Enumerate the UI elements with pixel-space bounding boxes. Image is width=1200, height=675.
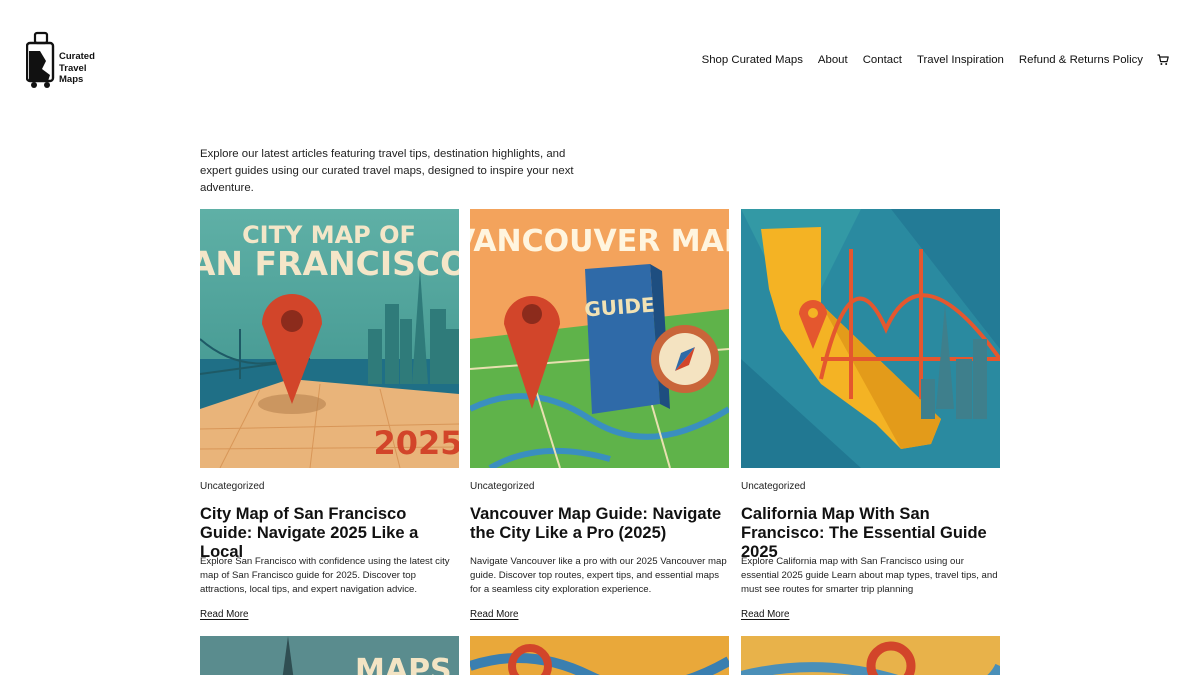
nav-about[interactable]: About: [818, 54, 848, 66]
suitcase-logo-icon: [26, 31, 55, 88]
read-more-link[interactable]: Read More: [741, 609, 789, 620]
post-thumbnail[interactable]: [741, 636, 1000, 675]
nav-refund-returns-policy[interactable]: Refund & Returns Policy: [1019, 54, 1143, 66]
nav-shop-curated-maps[interactable]: Shop Curated Maps: [702, 54, 803, 66]
read-more-link[interactable]: Read More: [200, 609, 248, 620]
intro-text: Explore our latest articles featuring tr…: [200, 148, 574, 194]
painted-map-thumbnail-partial: [470, 636, 729, 675]
logo-text: Curated Travel Maps: [59, 51, 95, 85]
post-excerpt: Navigate Vancouver like a pro with our 2…: [470, 556, 727, 596]
cart-icon[interactable]: [1157, 54, 1169, 66]
main-navigation: Shop Curated Maps About Contact Travel I…: [687, 54, 1169, 66]
post-excerpt: Explore California map with San Francisc…: [741, 556, 998, 596]
site-logo[interactable]: Curated Travel Maps: [26, 31, 106, 91]
sf-map-illustration: CITY MAP OF AN FRANCISCO 2025: [200, 209, 459, 468]
post-card: Uncategorized California Map With San Fr…: [741, 209, 1000, 620]
svg-text:VANCOUVER MAP: VANCOUVER MAP: [470, 224, 729, 259]
vancouver-map-illustration: GUIDE VANCOUVER MAP: [470, 209, 729, 468]
svg-text:GUIDE: GUIDE: [584, 293, 656, 322]
svg-text:AN FRANCISCO: AN FRANCISCO: [200, 244, 459, 283]
post-thumbnail[interactable]: CITY MAP OF AN FRANCISCO 2025: [200, 209, 459, 468]
post-title[interactable]: City Map of San Francisco Guide: Navigat…: [200, 505, 459, 562]
post-title[interactable]: California Map With San Francisco: The E…: [741, 505, 1000, 562]
california-map-illustration: [741, 209, 1000, 468]
post-title[interactable]: Vancouver Map Guide: Navigate the City L…: [470, 505, 729, 543]
svg-text:MAPS O: MAPS O: [355, 653, 459, 675]
painted-map-thumbnail-partial: [741, 636, 1000, 675]
post-card: GUIDE VANCOUVER MAP Uncategorized Vancou…: [470, 209, 729, 620]
read-more-link[interactable]: Read More: [470, 609, 518, 620]
post-card: CITY MAP OF AN FRANCISCO 2025 Uncategori…: [200, 209, 459, 620]
post-category[interactable]: Uncategorized: [200, 481, 264, 492]
nav-travel-inspiration[interactable]: Travel Inspiration: [917, 54, 1004, 66]
post-thumbnail[interactable]: GUIDE VANCOUVER MAP: [470, 209, 729, 468]
post-thumbnail[interactable]: MAPS O: [200, 636, 459, 675]
post-category[interactable]: Uncategorized: [470, 481, 534, 492]
maps-thumbnail-partial: MAPS O: [200, 636, 459, 675]
post-thumbnail[interactable]: [741, 209, 1000, 468]
post-thumbnail[interactable]: [470, 636, 729, 675]
svg-text:2025: 2025: [373, 424, 459, 462]
post-category[interactable]: Uncategorized: [741, 481, 805, 492]
nav-contact[interactable]: Contact: [863, 54, 902, 66]
post-excerpt: Explore San Francisco with confidence us…: [200, 556, 450, 596]
